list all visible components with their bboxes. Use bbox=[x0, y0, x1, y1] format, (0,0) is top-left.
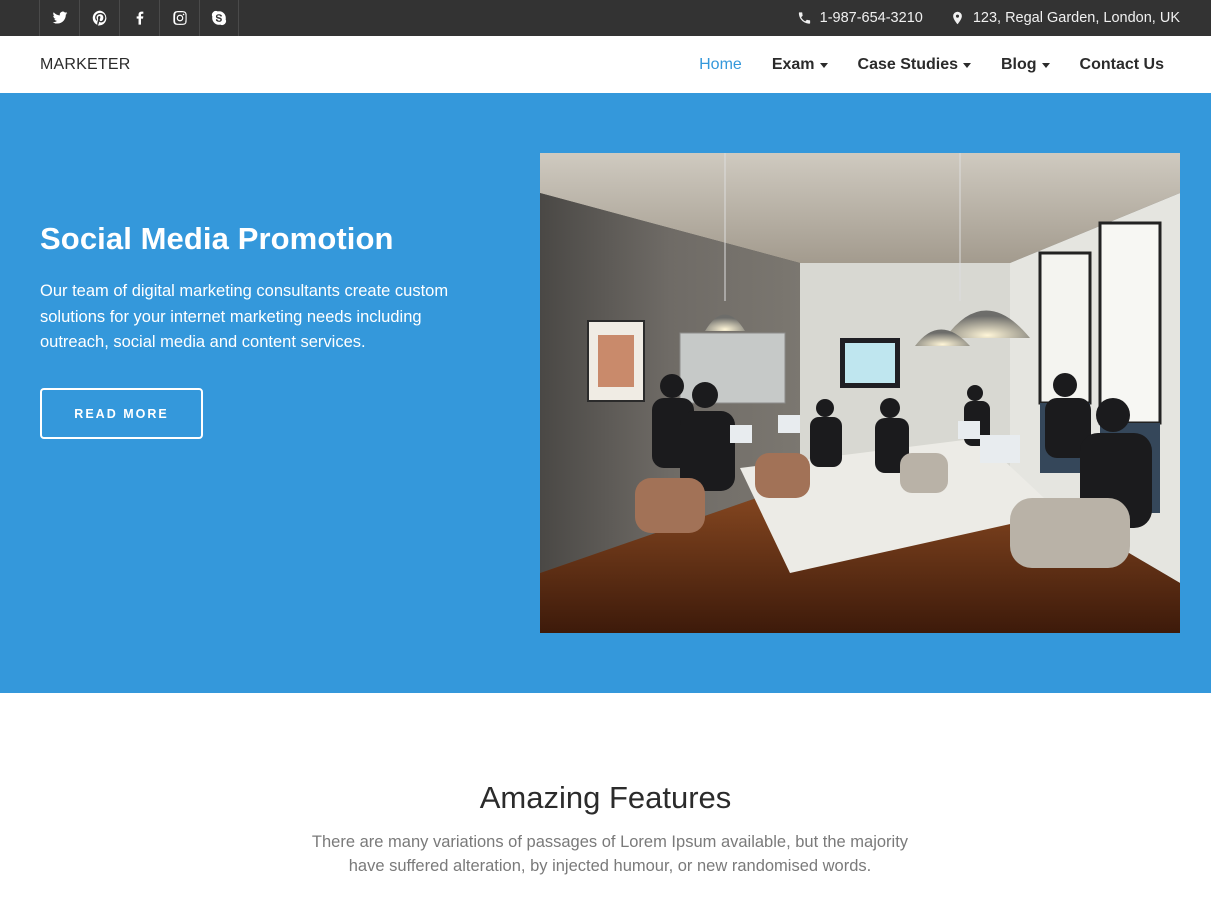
instagram-link[interactable] bbox=[159, 0, 199, 36]
pinterest-icon bbox=[92, 10, 106, 26]
nav-item-case-studies[interactable]: Case Studies bbox=[858, 56, 971, 74]
pinterest-link[interactable] bbox=[79, 0, 119, 36]
caret-down-icon bbox=[819, 62, 828, 68]
instagram-icon bbox=[172, 11, 187, 25]
main-navbar: MARKETER Home Exam Case Studies Blog Con… bbox=[0, 36, 1211, 93]
twitter-link[interactable] bbox=[39, 0, 79, 36]
map-marker-icon bbox=[952, 11, 962, 25]
skype-icon bbox=[211, 10, 227, 26]
hero-title: Social Media Promotion bbox=[40, 221, 394, 256]
nav-item-label: Exam bbox=[771, 55, 815, 73]
nav-item-contact-us[interactable]: Contact Us bbox=[1080, 56, 1164, 74]
features-subtitle: There are many variations of passages of… bbox=[311, 833, 909, 875]
main-menu: Home Exam Case Studies Blog Contact Us bbox=[669, 36, 1164, 93]
read-more-button[interactable]: READ MORE bbox=[40, 388, 203, 439]
top-bar: 1-987-654-3210 123, Regal Garden, London… bbox=[0, 0, 1211, 36]
address-info: 123, Regal Garden, London, UK bbox=[950, 10, 1180, 26]
skype-link[interactable] bbox=[199, 0, 239, 36]
nav-item-home[interactable]: Home bbox=[699, 56, 742, 74]
nav-item-label: Case Studies bbox=[857, 55, 958, 73]
brand-logo[interactable]: MARKETER bbox=[40, 36, 131, 93]
twitter-icon bbox=[52, 11, 67, 24]
facebook-link[interactable] bbox=[119, 0, 159, 36]
nav-item-label: Blog bbox=[1001, 55, 1037, 73]
hero-description: Our team of digital marketing consultant… bbox=[40, 282, 449, 351]
hero-image bbox=[540, 153, 1180, 633]
caret-down-icon bbox=[963, 62, 971, 68]
phone-icon bbox=[798, 12, 810, 24]
hero-section: Social Media Promotion Our team of digit… bbox=[0, 93, 1211, 693]
phone-number[interactable]: 1-987-654-3210 bbox=[820, 10, 923, 26]
nav-item-exam[interactable]: Exam bbox=[772, 56, 828, 74]
nav-item-label: Home bbox=[699, 55, 742, 73]
address-text: 123, Regal Garden, London, UK bbox=[972, 10, 1180, 26]
phone-info: 1-987-654-3210 bbox=[797, 10, 923, 26]
caret-down-icon bbox=[1041, 62, 1050, 68]
nav-item-label: Contact Us bbox=[1079, 55, 1164, 73]
facebook-icon bbox=[136, 11, 143, 25]
social-links bbox=[39, 0, 239, 36]
features-title: Amazing Features bbox=[479, 780, 732, 815]
office-meeting-photo bbox=[540, 153, 1180, 633]
contact-info: 1-987-654-3210 123, Regal Garden, London… bbox=[797, 0, 1180, 36]
nav-item-blog[interactable]: Blog bbox=[1001, 56, 1050, 74]
